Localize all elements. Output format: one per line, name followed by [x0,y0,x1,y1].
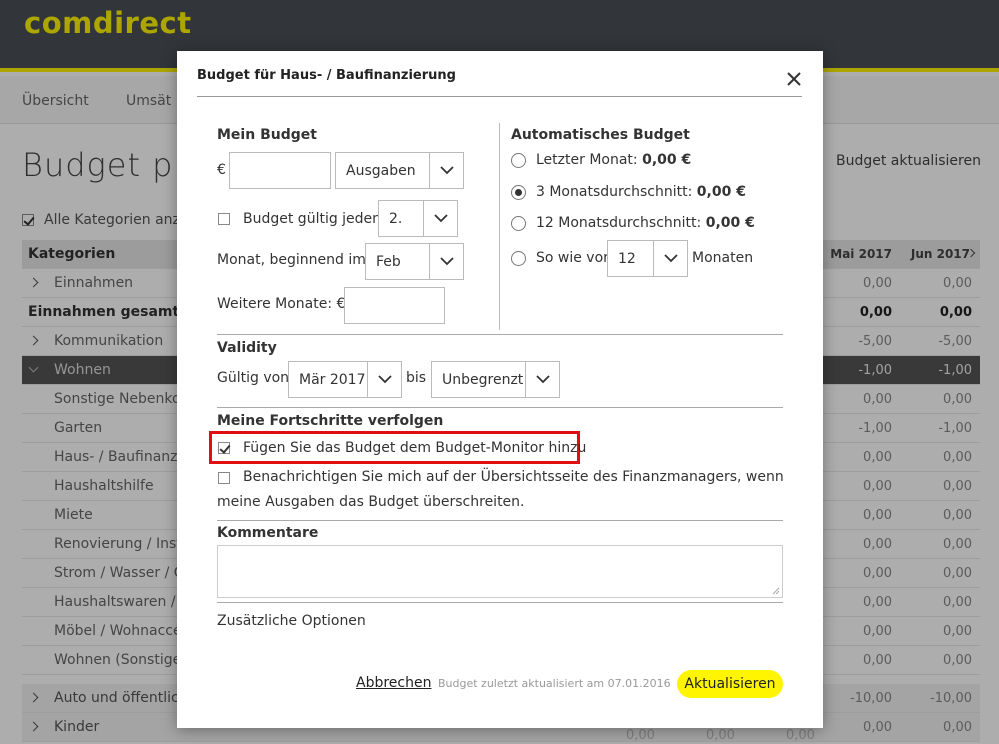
month-start-value: Feb [376,253,401,270]
valid-from-value: Mär 2017 [299,371,366,388]
notify-label-line1: Benachrichtigen Sie mich auf der Übersic… [243,469,784,485]
valid-from-select[interactable]: Mär 2017 [288,361,402,398]
3-month-avg-option: 3 Monatsdurchschnitt: 0,00 € [536,184,746,200]
valid-to-select[interactable]: Unbegrenzt [431,361,560,398]
chevron-down-icon[interactable] [653,241,687,276]
section-divider [217,334,783,335]
title-divider [197,96,802,97]
12-month-avg-option: 12 Monatsdurchschnitt: 0,00 € [536,215,755,231]
so-wie-vor-select[interactable]: 12 [607,240,688,277]
last-updated-note: Budget zuletzt aktualisiert am 07.01.201… [438,677,671,690]
radio-so-wie-vor[interactable] [511,251,526,266]
currency-label: € [217,162,226,178]
update-button[interactable]: Aktualisieren [677,670,783,698]
option-label: 12 Monatsdurchschnitt: [536,215,702,231]
comments-heading: Kommentare [217,525,319,541]
valid-every-select[interactable]: 2. [378,200,458,237]
chevron-down-icon[interactable] [525,362,559,397]
section-divider [217,407,783,408]
radio-3-month-avg[interactable] [511,185,526,200]
close-icon[interactable] [783,68,805,90]
auto-budget-heading: Automatisches Budget [511,127,690,143]
progress-heading: Meine Fortschritte verfolgen [217,413,444,429]
budget-type-select[interactable]: Ausgaben [335,152,464,189]
resize-grip-icon[interactable] [772,587,780,595]
valid-every-value: 2. [389,210,403,227]
cancel-button[interactable]: Abbrechen [356,675,431,691]
valid-from-label: Gültig von [217,370,290,386]
extra-options-link[interactable]: Zusätzliche Optionen [217,613,366,629]
so-wie-vor-label: So wie vor [536,250,609,266]
add-to-monitor-checkbox[interactable] [218,442,230,454]
comments-textarea[interactable] [217,545,783,598]
chevron-down-icon[interactable] [429,153,463,188]
notify-checkbox[interactable] [218,472,230,484]
so-wie-vor-value: 12 [618,250,636,267]
section-divider [217,602,783,603]
budget-dialog: Budget für Haus- / Baufinanzierung Mein … [177,51,823,728]
month-start-select[interactable]: Feb [365,243,464,280]
valid-to-label: bis [406,370,427,386]
add-to-monitor-label: Fügen Sie das Budget dem Budget-Monitor … [243,440,587,456]
radio-last-month[interactable] [511,153,526,168]
months-label: Monaten [692,250,754,266]
chevron-down-icon[interactable] [367,362,401,397]
section-divider [217,520,783,521]
dialog-title: Budget für Haus- / Baufinanzierung [197,68,456,83]
mein-budget-heading: Mein Budget [217,127,317,143]
option-value: 0,00 € [696,184,746,200]
last-month-option: Letzter Monat: 0,00 € [536,152,691,168]
budget-type-value: Ausgaben [346,162,416,179]
further-months-input[interactable] [344,287,445,324]
option-value: 0,00 € [642,152,692,168]
option-value: 0,00 € [705,215,755,231]
budget-amount-input[interactable] [229,152,331,189]
column-divider [499,123,500,330]
option-label: Letzter Monat: [536,152,638,168]
validity-heading: Validity [217,340,277,356]
close-button[interactable] [783,68,805,90]
option-label: 3 Monatsdurchschnitt: [536,184,693,200]
further-months-label: Weitere Monate: € [217,296,346,312]
budget-valid-every-checkbox[interactable] [218,213,230,225]
radio-12-month-avg[interactable] [511,216,526,231]
valid-to-value: Unbegrenzt [442,371,524,388]
month-start-label: Monat, beginnend im [217,252,366,268]
chevron-down-icon[interactable] [429,244,463,279]
chevron-down-icon[interactable] [423,201,457,236]
budget-valid-every-label: Budget gültig jeden [243,211,382,227]
notify-label-line2: meine Ausgaben das Budget überschreiten. [217,494,525,510]
